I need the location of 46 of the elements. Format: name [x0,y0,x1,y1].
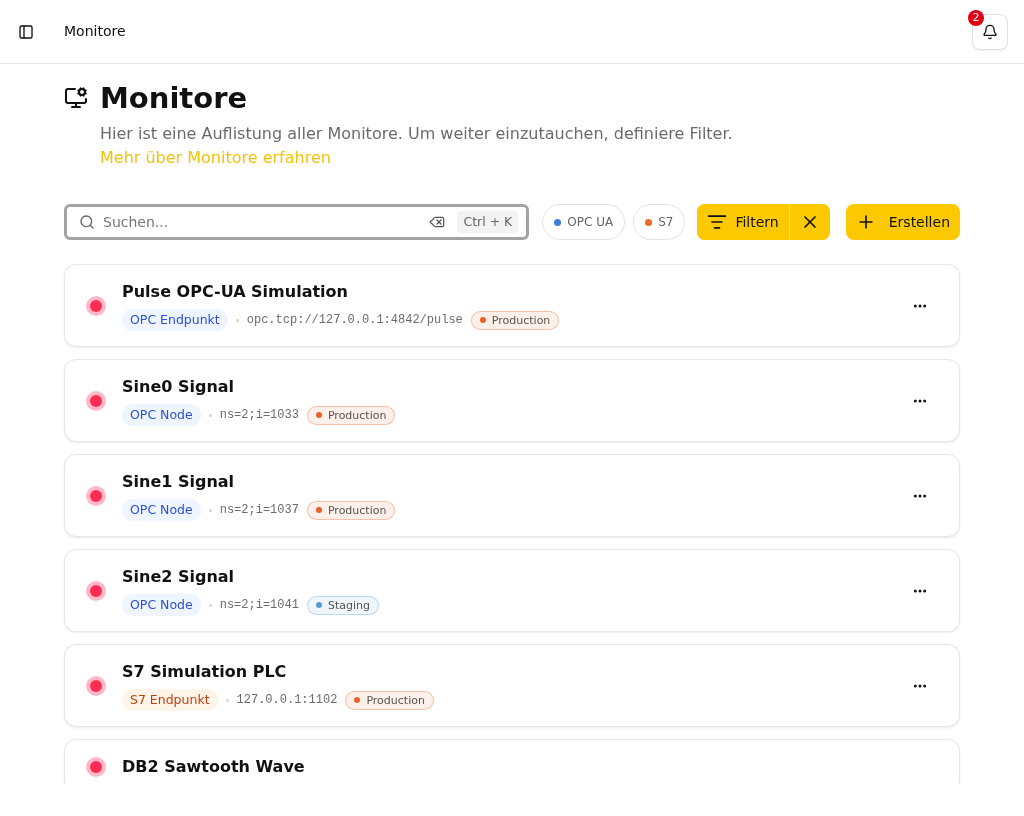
environment-label: Production [327,407,387,423]
address-text: 127.0.0.1:1102 [236,692,338,709]
filter-chip[interactable]: OPC UA [542,204,626,240]
type-badge: OPC Endpunkt [122,309,228,331]
monitor-icon [64,86,88,110]
chip-label: OPC UA [567,214,614,231]
search-field[interactable]: Suchen... Ctrl + K [64,204,530,240]
sidebar-toggle-button[interactable] [18,23,34,40]
type-badge: OPC Node [122,499,201,521]
create-button[interactable]: Erstellen [845,204,960,240]
monitor-card[interactable]: Sine0 Signal OPC Node ns=2;i=1033 Production [64,359,960,442]
type-badge: OPC Node [122,404,201,426]
address-text: ns=2;i=1033 [219,407,299,424]
monitor-card[interactable]: Sine1 Signal OPC Node ns=2;i=1037 Production [64,454,960,537]
address-text: opc.tcp://127.0.0.1:4842/pulse [246,312,463,329]
monitor-card[interactable]: DB2 Sawtooth Wave [64,739,960,784]
type-badge: S7 Endpunkt [122,689,218,711]
type-badge: OPC Node [122,594,201,616]
search-icon [79,214,95,230]
environment-label: Staging [327,597,370,613]
environment-label: Production [491,312,551,328]
notification-count-badge: 2 [968,9,984,26]
monitor-card[interactable]: Sine2 Signal OPC Node ns=2;i=1041 Staging [64,549,960,632]
monitor-title: Sine1 Signal [122,471,236,493]
monitor-title: Sine0 Signal [122,376,236,398]
search-input[interactable]: Suchen... [103,211,430,233]
monitor-card[interactable]: Pulse OPC-UA Simulation OPC Endpunkt opc.tcp://127.0.0.1:4842/pulse Production [64,264,960,347]
page-description: Hier ist eine Auflistung aller Monitore. Um weiter einzutauchen, definiere Filter. Mehr über Monitore erfahren [100,123,734,169]
filter-icon [707,212,728,232]
shortcut-hint: Ctrl + K [457,210,519,234]
environment-label: Production [327,502,387,518]
breadcrumb-title: Monitore [64,22,126,41]
clear-icon[interactable] [429,214,446,230]
monitor-title: S7 Simulation PLC [122,661,288,683]
chip-label: S7 [658,214,674,231]
monitor-title: Pulse OPC-UA Simulation [122,281,349,303]
monitor-title: Sine2 Signal [122,566,236,588]
page-title: Monitore [100,80,248,116]
address-text: ns=2;i=1041 [219,597,299,614]
sidebar-toggle-icon [18,23,34,40]
filter-chip[interactable]: S7 [633,204,686,240]
address-text: ns=2;i=1037 [219,502,299,519]
monitor-title: DB2 Sawtooth Wave [122,756,306,778]
bell-icon [982,23,998,40]
environment-label: Production [366,692,425,708]
monitor-card[interactable]: S7 Simulation PLC S7 Endpunkt 127.0.0.1:1102 Production [64,644,960,727]
